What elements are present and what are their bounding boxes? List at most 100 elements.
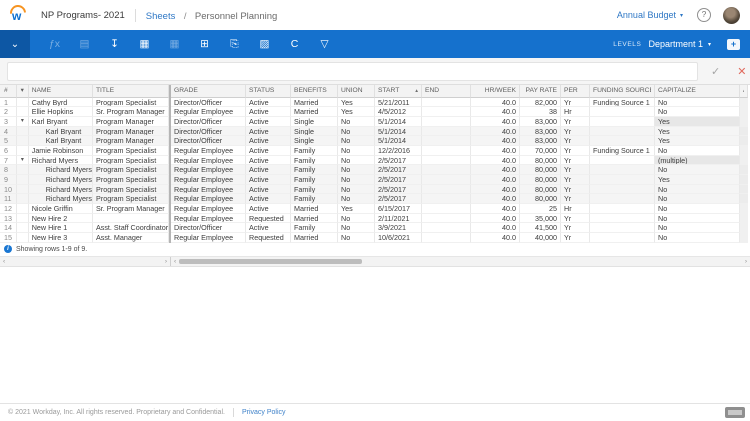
cell-end[interactable]	[422, 116, 471, 127]
cell-hrweek[interactable]: 40.0	[471, 97, 520, 108]
cell-funding[interactable]: Funding Source 1	[590, 97, 655, 108]
cell-name[interactable]: Richard Myers	[28, 184, 94, 195]
header-exp[interactable]: ▾	[16, 85, 29, 98]
cell-benefits[interactable]: Family	[291, 145, 338, 156]
cell-capitalize[interactable]: No	[655, 213, 740, 224]
cell-capitalize[interactable]: No	[655, 184, 740, 195]
cell-name[interactable]: Karl Bryant	[28, 116, 93, 127]
cell-exp[interactable]	[16, 145, 29, 156]
budget-selector[interactable]: Annual Budget	[617, 10, 676, 20]
header-payrate[interactable]: PAY RATE	[520, 85, 561, 98]
cell-per[interactable]: Yr	[561, 213, 590, 224]
cell-capitalize[interactable]: Yes	[655, 116, 740, 127]
header-num[interactable]: #	[0, 85, 17, 98]
cell-exp[interactable]	[16, 194, 29, 205]
cell-per[interactable]: Yr	[561, 136, 590, 146]
cell-status[interactable]: Requested	[246, 213, 291, 224]
header-union[interactable]: UNION	[338, 85, 375, 98]
cell-title[interactable]: Program Specialist	[93, 184, 169, 195]
cell-capitalize[interactable]: No	[655, 107, 740, 117]
cell-title[interactable]: Program Manager	[93, 126, 169, 137]
cell-payrate[interactable]: 38	[520, 107, 561, 117]
cell-start[interactable]: 2/11/2021	[375, 213, 422, 224]
breadcrumb-sheets-link[interactable]: Sheets	[146, 11, 176, 22]
cell-title[interactable]	[92, 213, 169, 224]
cell-funding[interactable]	[590, 107, 655, 117]
cell-capitalize[interactable]: No	[655, 145, 740, 156]
cell-per[interactable]: Hr	[561, 107, 590, 117]
cell-end[interactable]	[422, 97, 471, 108]
cell-payrate[interactable]: 83,000	[520, 136, 561, 146]
scrollbar-thumb[interactable]	[179, 258, 362, 264]
cell-name[interactable]: New Hire 2	[28, 213, 93, 224]
cell-name[interactable]: Richard Myers	[28, 165, 94, 175]
cell-status[interactable]: Active	[246, 107, 291, 117]
header-grade[interactable]: GRADE	[171, 85, 246, 98]
cancel-icon[interactable]: ✕	[737, 65, 746, 78]
cell-end[interactable]	[422, 126, 471, 137]
cell-union[interactable]: No	[338, 165, 375, 175]
cell-funding[interactable]	[590, 223, 655, 234]
privacy-policy-link[interactable]: Privacy Policy	[242, 409, 286, 416]
row-expander-icon[interactable]: ▾	[16, 155, 29, 166]
cell-benefits[interactable]: Family	[291, 223, 338, 234]
cell-grade[interactable]: Regular Employee	[171, 175, 246, 185]
cell-per[interactable]: Yr	[561, 97, 590, 108]
cell-funding[interactable]	[590, 184, 655, 195]
cell-end[interactable]	[422, 145, 471, 156]
cell-title[interactable]: Program Manager	[92, 116, 169, 127]
header-funding[interactable]: FUNDING SOURCE	[590, 85, 655, 98]
header-title[interactable]: TITLE	[92, 85, 169, 98]
cell-grade[interactable]: Regular Employee	[171, 184, 246, 195]
cell-exp[interactable]	[16, 204, 29, 214]
cell-start[interactable]: 2/5/2017	[375, 155, 422, 166]
cell-title[interactable]: Program Specialist	[93, 175, 169, 185]
refresh-icon[interactable]: C	[286, 38, 303, 50]
cell-status[interactable]: Active	[246, 184, 291, 195]
cell-payrate[interactable]: 80,000	[520, 194, 561, 205]
cell-grade[interactable]: Director/Officer	[171, 126, 246, 137]
cell-grade[interactable]: Regular Employee	[171, 107, 246, 117]
cell-exp[interactable]	[16, 223, 29, 234]
cell-end[interactable]	[422, 213, 471, 224]
cell-payrate[interactable]: 83,000	[520, 126, 561, 137]
cell-hrweek[interactable]: 40.0	[471, 194, 520, 205]
cell-exp[interactable]	[16, 126, 29, 137]
cell-hrweek[interactable]: 40.0	[471, 145, 520, 156]
minimized-widget[interactable]	[725, 407, 745, 418]
cell-extra[interactable]	[740, 233, 748, 243]
cell-exp[interactable]	[16, 175, 29, 185]
header-benefits[interactable]: BENEFITS	[291, 85, 338, 98]
scroll-right-icon[interactable]: ›	[745, 257, 747, 266]
cell-title[interactable]: Program Manager	[93, 136, 169, 146]
cell-funding[interactable]	[590, 194, 655, 205]
cell-exp[interactable]	[16, 233, 29, 243]
display-options-icon[interactable]: ▦	[136, 38, 153, 50]
cell-hrweek[interactable]: 40.0	[471, 165, 520, 175]
left-pane-scrollbar[interactable]: ‹ ›	[0, 256, 171, 266]
cell-capitalize[interactable]: No	[655, 223, 740, 234]
cell-hrweek[interactable]: 40.0	[471, 175, 520, 185]
cell-status[interactable]: Requested	[246, 233, 291, 243]
import-icon[interactable]: ↧	[106, 38, 123, 50]
cell-exp[interactable]	[16, 97, 29, 108]
cell-grade[interactable]: Regular Employee	[171, 145, 246, 156]
avatar[interactable]	[723, 6, 740, 24]
cell-per[interactable]: Yr	[561, 175, 590, 185]
cell-grade[interactable]: Director/Officer	[171, 116, 246, 127]
cell-extra[interactable]	[740, 126, 748, 137]
cell-capitalize[interactable]: No	[655, 233, 740, 243]
cell-exp[interactable]	[16, 165, 29, 175]
cell-grade[interactable]: Regular Employee	[171, 155, 246, 166]
cell-grade[interactable]: Regular Employee	[171, 213, 246, 224]
header-capitalize[interactable]: CAPITALIZE	[655, 85, 740, 98]
cell-extra[interactable]	[740, 136, 748, 146]
cell-name[interactable]: Richard Myers	[28, 175, 94, 185]
cell-capitalize[interactable]: No	[655, 97, 740, 108]
cell-funding[interactable]	[590, 175, 655, 185]
cell-end[interactable]	[422, 194, 471, 205]
cell-funding[interactable]	[590, 204, 655, 214]
header-extra[interactable]: A	[740, 85, 748, 98]
cell-per[interactable]: Yr	[561, 126, 590, 137]
cell-extra[interactable]	[740, 165, 748, 175]
